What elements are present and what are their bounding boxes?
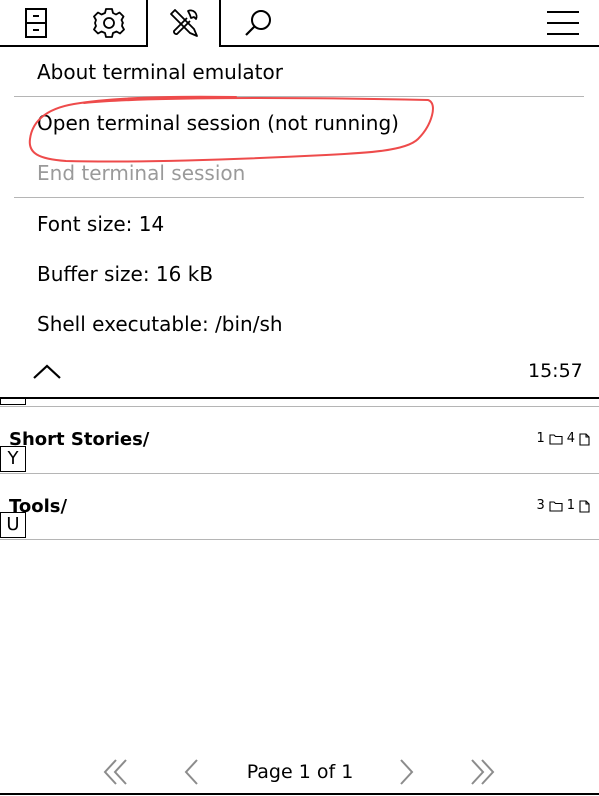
folder-count: 1 (536, 431, 545, 446)
row-separator (0, 473, 599, 474)
menu-item-end-terminal-session: End terminal session (37, 161, 246, 185)
hamburger-menu-icon (547, 11, 579, 35)
menu-item-about-terminal[interactable]: About terminal emulator (37, 58, 283, 86)
page-indicator[interactable]: Page 1 of 1 (230, 760, 370, 784)
clock: 15:57 (528, 360, 583, 382)
folder-counts: 3 1 (536, 497, 590, 515)
menu-item-font-size[interactable]: Font size: 14 (37, 210, 164, 238)
tab-divider (219, 0, 221, 47)
tab-bar-border (219, 45, 599, 47)
next-page-button[interactable] (386, 756, 426, 788)
collapse-menu-button[interactable] (30, 358, 64, 384)
tools-icon (169, 9, 198, 37)
folder-icon (549, 434, 563, 445)
tab-settings[interactable] (72, 0, 146, 46)
first-page-button[interactable] (96, 756, 136, 788)
tab-divider (146, 0, 148, 47)
bottom-border (0, 793, 599, 795)
menu-border (0, 397, 599, 399)
file-cabinet-icon (25, 8, 47, 38)
folder-icon (549, 501, 563, 512)
folder-counts: 1 4 (536, 430, 590, 448)
previous-page-button[interactable] (172, 756, 212, 788)
gear-icon (93, 8, 125, 38)
row-separator (0, 406, 599, 407)
pagination-bar: Page 1 of 1 (0, 752, 599, 792)
top-bar (0, 0, 599, 48)
main-menu-button[interactable] (530, 0, 596, 46)
tab-file-manager[interactable] (0, 0, 72, 46)
menu-separator (14, 197, 584, 198)
file-count: 4 (566, 431, 575, 446)
key-hint-stub (0, 399, 26, 405)
tab-tools[interactable] (148, 0, 219, 46)
chevron-left-icon (184, 759, 198, 785)
key-hint: U (0, 512, 26, 538)
search-icon (245, 10, 271, 36)
row-separator (0, 539, 599, 540)
chevron-right-icon (400, 759, 414, 785)
folder-count: 3 (536, 498, 545, 513)
double-chevron-left-icon (103, 759, 127, 785)
menu-item-shell-executable[interactable]: Shell executable: /bin/sh (37, 310, 283, 338)
tab-bar-border (0, 45, 148, 47)
folder-title[interactable]: Short Stories/ (9, 428, 149, 452)
last-page-button[interactable] (462, 756, 502, 788)
key-hint: Y (0, 446, 26, 472)
tab-search[interactable] (221, 0, 295, 46)
chevron-up-icon (33, 364, 61, 379)
file-icon (579, 499, 590, 513)
menu-separator (14, 96, 584, 97)
double-chevron-right-icon (471, 759, 495, 785)
file-count: 1 (566, 498, 575, 513)
menu-item-open-terminal-session[interactable]: Open terminal session (not running) (37, 109, 399, 137)
menu-item-buffer-size[interactable]: Buffer size: 16 kB (37, 260, 213, 288)
file-icon (579, 432, 590, 446)
